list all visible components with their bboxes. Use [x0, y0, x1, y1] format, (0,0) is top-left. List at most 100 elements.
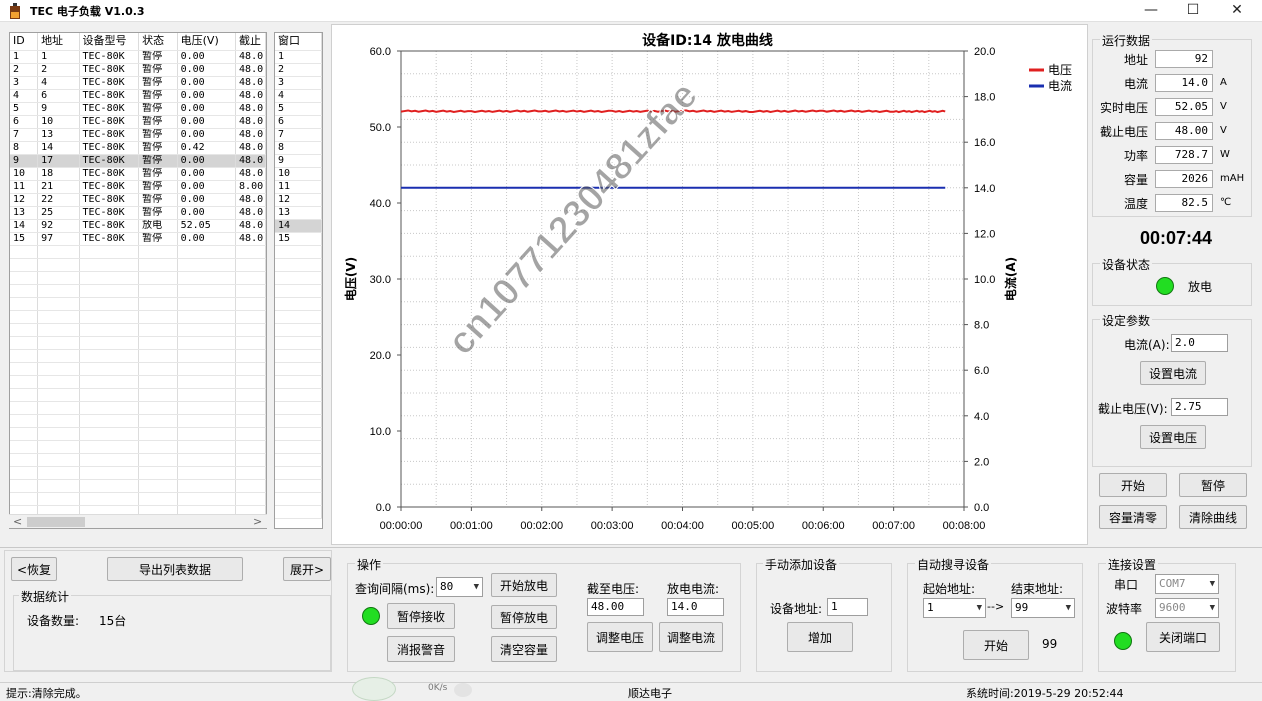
table-row[interactable]: 8 14 TEC-80K 暂停 0.42 48.0	[10, 141, 266, 155]
cell-id: 4	[10, 89, 39, 103]
table-row[interactable]: 1 1 TEC-80K 暂停 0.00 48.0	[10, 50, 266, 64]
discharge-current-label: 放电电流:	[667, 582, 720, 596]
discharge-current-input[interactable]: 14.0	[667, 598, 724, 616]
cell-model: TEC-80K	[79, 167, 140, 181]
window-row[interactable]: 14	[275, 219, 322, 233]
chevron-down-icon: ▼	[1209, 603, 1215, 613]
empty-row	[10, 336, 266, 350]
device-table-header[interactable]: 截止	[235, 33, 266, 51]
table-row[interactable]: 14 92 TEC-80K 放电 52.05 48.0	[10, 219, 266, 233]
empty-row	[10, 492, 266, 506]
cell-address: 13	[37, 128, 80, 142]
pause-discharge-button[interactable]: 暂停放电	[491, 605, 557, 629]
cutoff-voltage-op-input[interactable]: 48.00	[587, 598, 644, 616]
device-table-header[interactable]: 地址	[37, 33, 80, 51]
cell-id: 7	[10, 128, 39, 142]
table-row[interactable]: 7 13 TEC-80K 暂停 0.00 48.0	[10, 128, 266, 142]
cell-model: TEC-80K	[79, 206, 140, 220]
cell-voltage: 0.00	[177, 180, 237, 194]
window-row[interactable]: 8	[275, 141, 322, 155]
set-voltage-button[interactable]: 设置电压	[1140, 425, 1206, 449]
window-row[interactable]: 5	[275, 102, 322, 116]
device-table-header[interactable]: 电压(V)	[177, 33, 237, 51]
table-row[interactable]: 5 9 TEC-80K 暂停 0.00 48.0	[10, 102, 266, 116]
window-row[interactable]: 6	[275, 115, 322, 129]
minimize-button[interactable]: —	[1130, 0, 1172, 20]
set-current-button[interactable]: 设置电流	[1140, 361, 1206, 385]
window-row[interactable]: 7	[275, 128, 322, 142]
adjust-voltage-button[interactable]: 调整电压	[587, 622, 653, 652]
window-row[interactable]: 4	[275, 89, 322, 103]
port-select[interactable]: COM7 ▼	[1155, 574, 1219, 594]
start-search-button[interactable]: 开始	[963, 630, 1029, 660]
table-row[interactable]: 10 18 TEC-80K 暂停 0.00 48.0	[10, 167, 266, 181]
scroll-right-arrow-icon[interactable]: >	[253, 515, 262, 528]
set-current-input[interactable]: 2.0	[1171, 334, 1228, 352]
query-interval-select[interactable]: 80 ▼	[436, 577, 483, 597]
start-address-select[interactable]: 1 ▼	[923, 598, 986, 618]
window-row[interactable]: 2	[275, 63, 322, 77]
window-row[interactable]: 1	[275, 50, 322, 64]
running-field-unit: mAH	[1220, 173, 1245, 184]
window-table[interactable]: 窗口 1 2 3 4 5 6 7 8 9 10 11 12 13 14 15	[274, 32, 323, 529]
stats-group	[13, 595, 331, 671]
pause-button[interactable]: 暂停	[1179, 473, 1247, 497]
device-count-label: 设备数量:	[27, 614, 80, 628]
table-row[interactable]: 12 22 TEC-80K 暂停 0.00 48.0	[10, 193, 266, 207]
end-address-select[interactable]: 99 ▼	[1011, 598, 1075, 618]
device-address-input[interactable]: 1	[827, 598, 868, 616]
device-table[interactable]: ID 地址 设备型号 状态 电压(V) 截止 1 1 TEC-80K 暂停 0.00 48.0 2 2 T…	[9, 32, 267, 529]
cutoff-voltage-input[interactable]: 2.75	[1171, 398, 1228, 416]
window-row[interactable]: 12	[275, 193, 322, 207]
start-discharge-button[interactable]: 开始放电	[491, 573, 557, 597]
window-row[interactable]: 3	[275, 76, 322, 90]
close-port-button[interactable]: 关闭端口	[1146, 622, 1220, 652]
y2-tick-label: 10.0	[974, 274, 995, 286]
export-list-button[interactable]: 导出列表数据	[107, 557, 243, 581]
device-table-header[interactable]: 设备型号	[79, 33, 140, 51]
device-table-header[interactable]: ID	[10, 33, 39, 51]
table-row[interactable]: 3 4 TEC-80K 暂停 0.00 48.0	[10, 76, 266, 90]
empty-row	[275, 466, 322, 480]
table-row[interactable]: 11 21 TEC-80K 暂停 0.00 8.00	[10, 180, 266, 194]
expand-button[interactable]: 展开>	[283, 557, 331, 581]
y2-axis-label: 电流(A)	[1003, 257, 1018, 301]
maximize-button[interactable]: ☐	[1172, 0, 1214, 20]
connection-label: 连接设置	[1106, 556, 1159, 573]
cell-id: 5	[10, 102, 39, 116]
cell-voltage: 0.00	[177, 63, 237, 77]
close-button[interactable]: ✕	[1216, 0, 1258, 20]
device-table-header[interactable]: 状态	[138, 33, 178, 51]
cell-status: 暂停	[138, 76, 178, 90]
table-row[interactable]: 13 25 TEC-80K 暂停 0.00 48.0	[10, 206, 266, 220]
scrollbar-thumb[interactable]	[27, 517, 85, 527]
clear-curve-button[interactable]: 清除曲线	[1179, 505, 1247, 529]
table-row[interactable]: 9 17 TEC-80K 暂停 0.00 48.0	[10, 154, 266, 168]
clear-capacity-button[interactable]: 容量清零	[1099, 505, 1167, 529]
empty-row	[275, 440, 322, 454]
cell-voltage: 0.00	[177, 167, 237, 181]
cell-voltage: 0.00	[177, 50, 237, 64]
device-table-hscrollbar[interactable]: < >	[9, 514, 267, 528]
cell-model: TEC-80K	[79, 102, 140, 116]
window-row[interactable]: 9	[275, 154, 322, 168]
window-row[interactable]: 13	[275, 206, 322, 220]
add-device-button[interactable]: 增加	[787, 622, 853, 652]
pause-receive-button[interactable]: 暂停接收	[387, 603, 455, 629]
window-row[interactable]: 15	[275, 232, 322, 246]
start-button[interactable]: 开始	[1099, 473, 1167, 497]
connection-led-icon	[1114, 632, 1132, 650]
clear-alarm-button[interactable]: 消报警音	[387, 636, 455, 662]
adjust-current-button[interactable]: 调整电流	[659, 622, 723, 652]
window-row[interactable]: 10	[275, 167, 322, 181]
table-row[interactable]: 2 2 TEC-80K 暂停 0.00 48.0	[10, 63, 266, 77]
baud-select[interactable]: 9600 ▼	[1155, 598, 1219, 618]
window-row[interactable]: 11	[275, 180, 322, 194]
restore-button[interactable]: <恢复	[11, 557, 57, 581]
table-row[interactable]: 15 97 TEC-80K 暂停 0.00 48.0	[10, 232, 266, 246]
table-row[interactable]: 6 10 TEC-80K 暂停 0.00 48.0	[10, 115, 266, 129]
scroll-left-arrow-icon[interactable]: <	[13, 515, 22, 528]
empty-row	[10, 479, 266, 493]
clear-capacity-op-button[interactable]: 清空容量	[491, 636, 557, 662]
table-row[interactable]: 4 6 TEC-80K 暂停 0.00 48.0	[10, 89, 266, 103]
